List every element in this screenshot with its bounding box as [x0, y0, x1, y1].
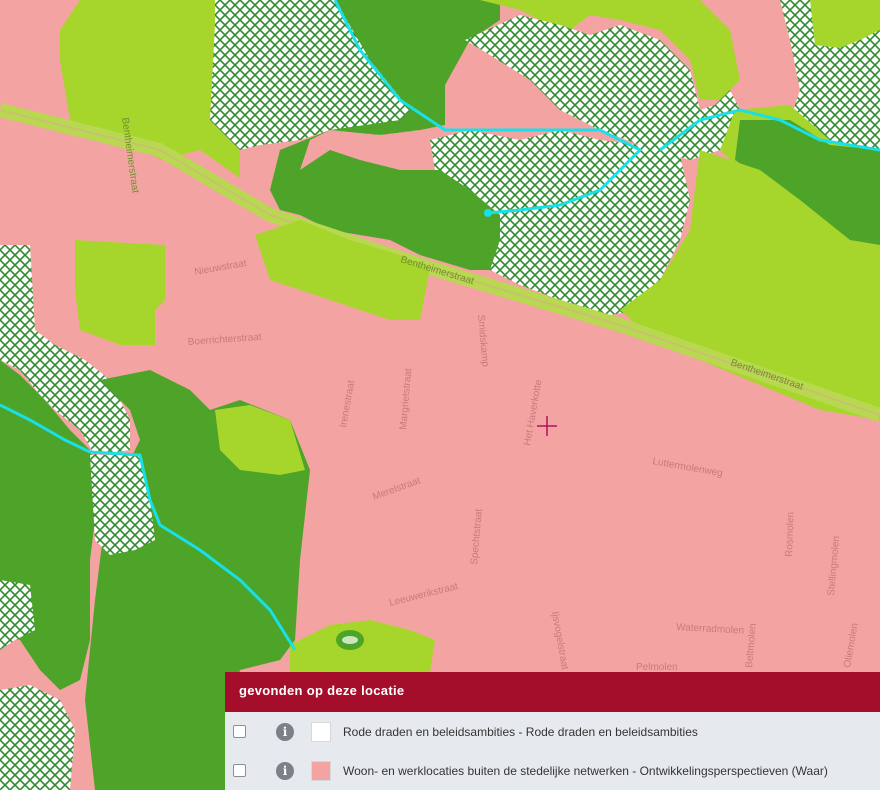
info-icon[interactable]: i	[276, 722, 294, 741]
result-row[interactable]: i Woon- en werklocaties buiten de stedel…	[225, 751, 880, 790]
panel-header: gevonden op deze locatie	[225, 672, 880, 712]
results-panel: gevonden op deze locatie i Rode draden e…	[225, 672, 880, 790]
agri-zone-west-1	[75, 240, 165, 345]
info-icon[interactable]: i	[276, 761, 294, 780]
layer-checkbox[interactable]	[233, 725, 246, 738]
result-row[interactable]: i Rode draden en beleidsambities - Rode …	[225, 712, 880, 751]
legend-swatch	[311, 721, 331, 742]
layer-checkbox[interactable]	[233, 764, 246, 777]
stream-source	[484, 209, 492, 217]
legend-swatch	[311, 760, 331, 781]
layer-label: Woon- en werklocaties buiten de stedelij…	[343, 763, 828, 778]
pond-water	[342, 636, 358, 644]
street-label: Rosmolen	[784, 512, 797, 557]
layer-label: Rode draden en beleidsambities - Rode dr…	[343, 724, 698, 739]
